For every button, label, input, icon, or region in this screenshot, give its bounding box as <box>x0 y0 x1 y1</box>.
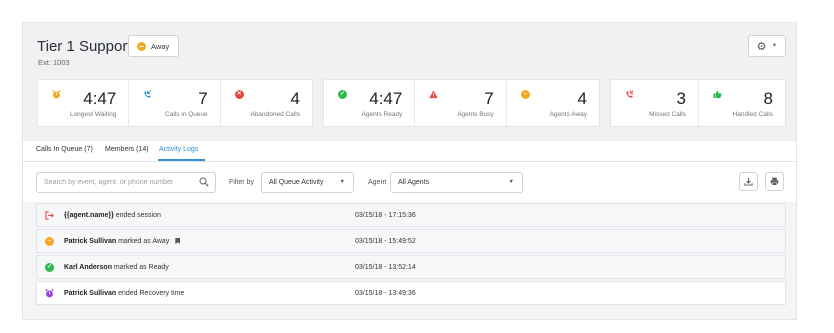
check-circle-icon: ✓ <box>338 90 347 99</box>
tab-bar: Calls In Queue (7) Members (14) Activity… <box>23 141 796 162</box>
filter-bar: Filter by All Queue Activity ▼ Agent All… <box>23 162 796 202</box>
log-agent-name: Karl Anderson <box>64 264 112 271</box>
filter-by-value: All Queue Activity <box>269 179 324 186</box>
stats-group-handled: 3 Missed Calls 8 Handled Calls <box>610 79 786 127</box>
status-label: Away <box>151 41 170 51</box>
log-agent-name: {{agent.name}} <box>64 212 114 219</box>
stats-group-agents: ✓ 4:47 Agents Ready 7 Agents Busy – 4 Ag… <box>323 79 600 127</box>
agent-label: Agent <box>368 179 387 186</box>
check-circle-icon: ✓ <box>45 263 54 272</box>
log-timestamp: 03/15/18 - 13:52:14 <box>355 264 416 271</box>
warning-triangle-icon <box>429 90 438 99</box>
log-message: {{agent.name}} ended session <box>64 212 161 219</box>
log-action: ended Recovery time <box>116 290 185 297</box>
missed-call-icon <box>626 90 634 98</box>
stat-agents-away: – 4 Agents Away <box>507 80 599 126</box>
log-message: Patrick Sullivan marked as Away <box>64 238 181 245</box>
download-button[interactable] <box>739 172 758 191</box>
log-timestamp: 03/15/18 - 15:49:52 <box>355 238 416 245</box>
queue-extension: Ext: 1003 <box>38 58 70 67</box>
stat-value: 4 <box>290 89 300 108</box>
search-input[interactable] <box>36 172 216 193</box>
list-item[interactable]: ✓ Karl Anderson marked as Ready 03/15/18… <box>36 255 786 279</box>
tab-calls-in-queue[interactable]: Calls In Queue (7) <box>36 146 93 153</box>
status-button[interactable]: Away <box>128 35 179 57</box>
away-status-icon <box>137 41 146 51</box>
stat-label: Calls in Queue <box>165 111 208 118</box>
stat-agents-ready: ✓ 4:47 Agents Ready <box>324 80 416 126</box>
printer-icon <box>770 177 779 186</box>
chevron-down-icon: ▼ <box>771 43 778 49</box>
stat-value: 8 <box>763 89 773 108</box>
chevron-down-icon: ▼ <box>339 179 345 185</box>
tab-activity-logs[interactable]: Activity Logs <box>159 146 198 153</box>
incoming-call-icon <box>144 90 152 98</box>
stat-calls-in-queue: 7 Calls in Queue <box>129 80 221 126</box>
stat-value: 3 <box>676 89 686 108</box>
bookmark-icon[interactable] <box>175 238 181 244</box>
queue-dashboard: Tier 1 Support Ext: 1003 Away ⚙ ▼ 4:47 L… <box>22 22 797 320</box>
list-item[interactable]: Patrick Sullivan ended Recovery time 03/… <box>36 281 786 305</box>
stat-label: Abandoned Calls <box>250 111 300 118</box>
gear-icon: ⚙ <box>756 40 767 53</box>
stat-value: 4:47 <box>83 89 117 108</box>
stat-abandoned-calls: ✕ 4 Abandoned Calls <box>221 80 312 126</box>
log-action: ended session <box>113 212 161 219</box>
chevron-down-icon: ▼ <box>508 179 514 185</box>
stats-group-calls: 4:47 Longest Waiting 7 Calls in Queue ✕ … <box>37 79 313 127</box>
stat-label: Agents Away <box>549 111 588 118</box>
log-message: Karl Anderson marked as Ready <box>64 264 169 271</box>
agent-value: All Agents <box>398 179 430 186</box>
log-timestamp: 03/15/18 - 17:15:36 <box>355 212 416 219</box>
stat-handled-calls: 8 Handled Calls <box>699 80 785 126</box>
logout-icon <box>45 211 54 220</box>
stat-missed-calls: 3 Missed Calls <box>611 80 699 126</box>
download-icon <box>744 177 753 186</box>
stat-agents-busy: 7 Agents Busy <box>415 80 507 126</box>
stat-value: 4 <box>577 89 588 108</box>
stat-value: 4:47 <box>369 89 403 108</box>
log-action: marked as Ready <box>111 264 169 271</box>
minus-circle-icon: – <box>520 90 530 99</box>
stat-label: Agents Ready <box>361 111 403 118</box>
log-message: Patrick Sullivan ended Recovery time <box>64 290 184 297</box>
page-title: Tier 1 Support <box>37 38 132 55</box>
stat-label: Handled Calls <box>732 111 773 118</box>
log-timestamp: 03/15/18 - 13:49:36 <box>355 290 416 297</box>
print-button[interactable] <box>765 172 784 191</box>
search-icon[interactable] <box>199 177 209 187</box>
minus-circle-icon: – <box>45 237 54 246</box>
filter-by-select[interactable]: All Queue Activity ▼ <box>261 172 354 193</box>
thumbs-up-icon <box>713 90 722 99</box>
alarm-clock-icon <box>52 90 61 99</box>
stat-value: 7 <box>484 89 494 108</box>
x-circle-icon: ✕ <box>234 90 244 99</box>
stat-label: Agents Busy <box>457 111 494 118</box>
list-item[interactable]: {{agent.name}} ended session 03/15/18 - … <box>36 203 786 227</box>
filter-by-label: Filter by <box>229 179 254 186</box>
tab-members[interactable]: Members (14) <box>105 146 149 153</box>
active-tab-indicator <box>158 159 205 161</box>
stat-longest-waiting: 4:47 Longest Waiting <box>38 80 130 126</box>
log-action: marked as Away <box>116 238 170 245</box>
agent-select[interactable]: All Agents ▼ <box>390 172 523 193</box>
stat-label: Missed Calls <box>649 111 686 118</box>
stat-value: 7 <box>198 89 208 108</box>
settings-button[interactable]: ⚙ ▼ <box>748 35 786 57</box>
stat-label: Longest Waiting <box>69 111 117 118</box>
list-item[interactable]: – Patrick Sullivan marked as Away 03/15/… <box>36 229 786 253</box>
log-agent-name: Patrick Sullivan <box>64 290 117 297</box>
alarm-clock-icon <box>45 289 54 298</box>
log-agent-name: Patrick Sullivan <box>64 238 117 245</box>
activity-log-list: {{agent.name}} ended session 03/15/18 - … <box>36 203 786 307</box>
